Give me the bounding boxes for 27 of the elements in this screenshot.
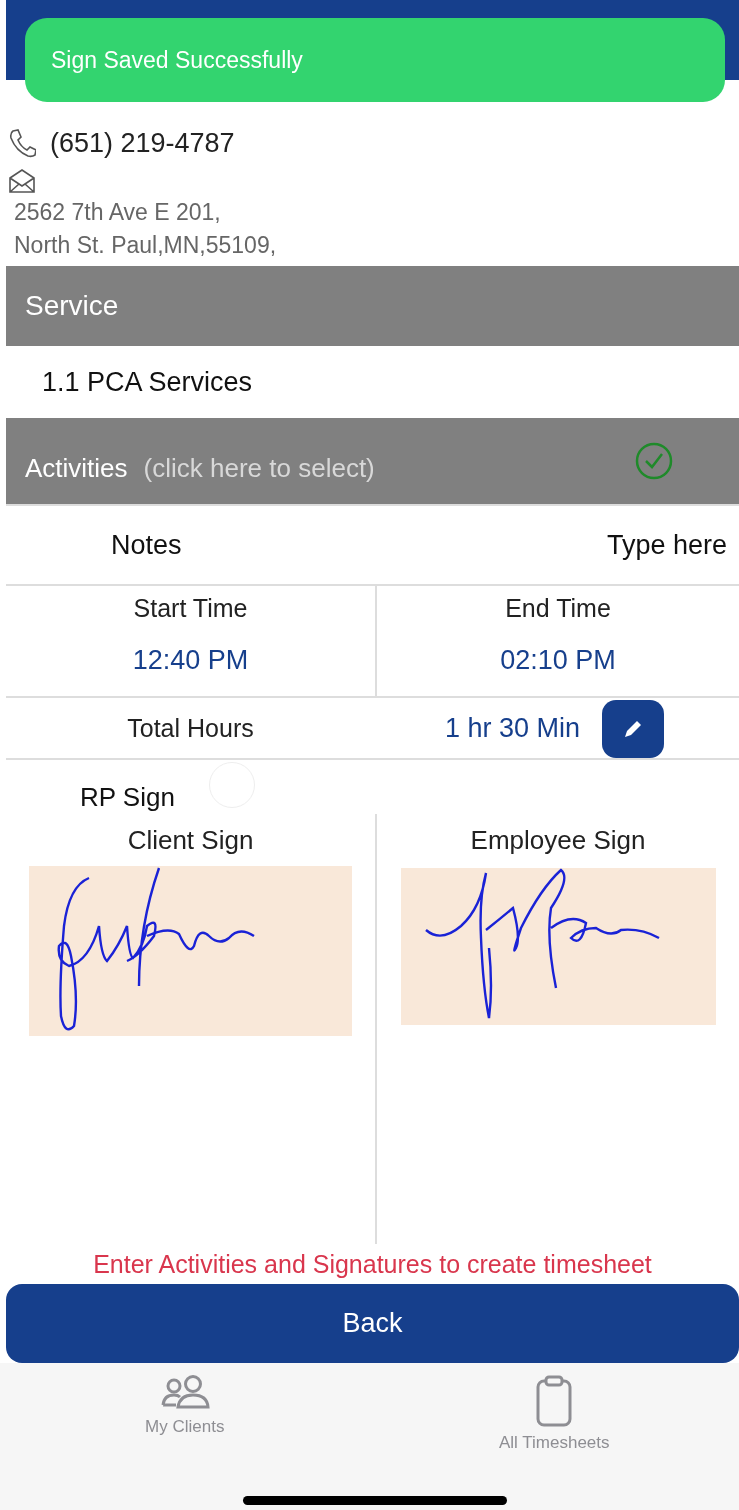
phone-icon [8, 128, 36, 158]
rp-sign-label: RP Sign [80, 782, 175, 813]
warning-message: Enter Activities and Signatures to create timesheet [92, 1249, 653, 1280]
total-hours-value: 1 hr 30 Min [445, 712, 581, 744]
clipboard-icon [535, 1375, 574, 1427]
signature-pad[interactable] [400, 868, 716, 1025]
signature-label: Client Sign [127, 823, 254, 857]
service-name: 1.1 PCA Services [41, 365, 254, 399]
client-address: 2562 7th Ave E 201, North St. Paul,MN,55109, [13, 198, 278, 260]
notes-label: Notes [111, 529, 182, 561]
time-value[interactable]: 02:10 PM [500, 645, 616, 676]
time-label: Start Time [133, 594, 248, 623]
activities-label: Activities [25, 451, 128, 484]
section-header: Service [6, 266, 739, 346]
phone-number[interactable]: (651) 219-4787 [50, 127, 235, 159]
total-hours-label: Total Hours [126, 713, 255, 743]
back-button[interactable]: Back [6, 1284, 739, 1363]
signature-pad[interactable] [29, 866, 352, 1036]
time-value[interactable]: 12:40 PM [132, 645, 249, 676]
signature-label: Employee Sign [470, 823, 646, 857]
toast-message: Sign Saved Successfully [51, 46, 303, 74]
time-label: End Time [505, 594, 611, 623]
edit-button[interactable] [602, 700, 665, 758]
activities-bar[interactable]: Activities (click here to select) [6, 418, 739, 506]
activities-hint: (click here to select) [143, 451, 376, 484]
envelope-icon [8, 169, 36, 193]
notes-field[interactable]: Type here [527, 529, 727, 561]
